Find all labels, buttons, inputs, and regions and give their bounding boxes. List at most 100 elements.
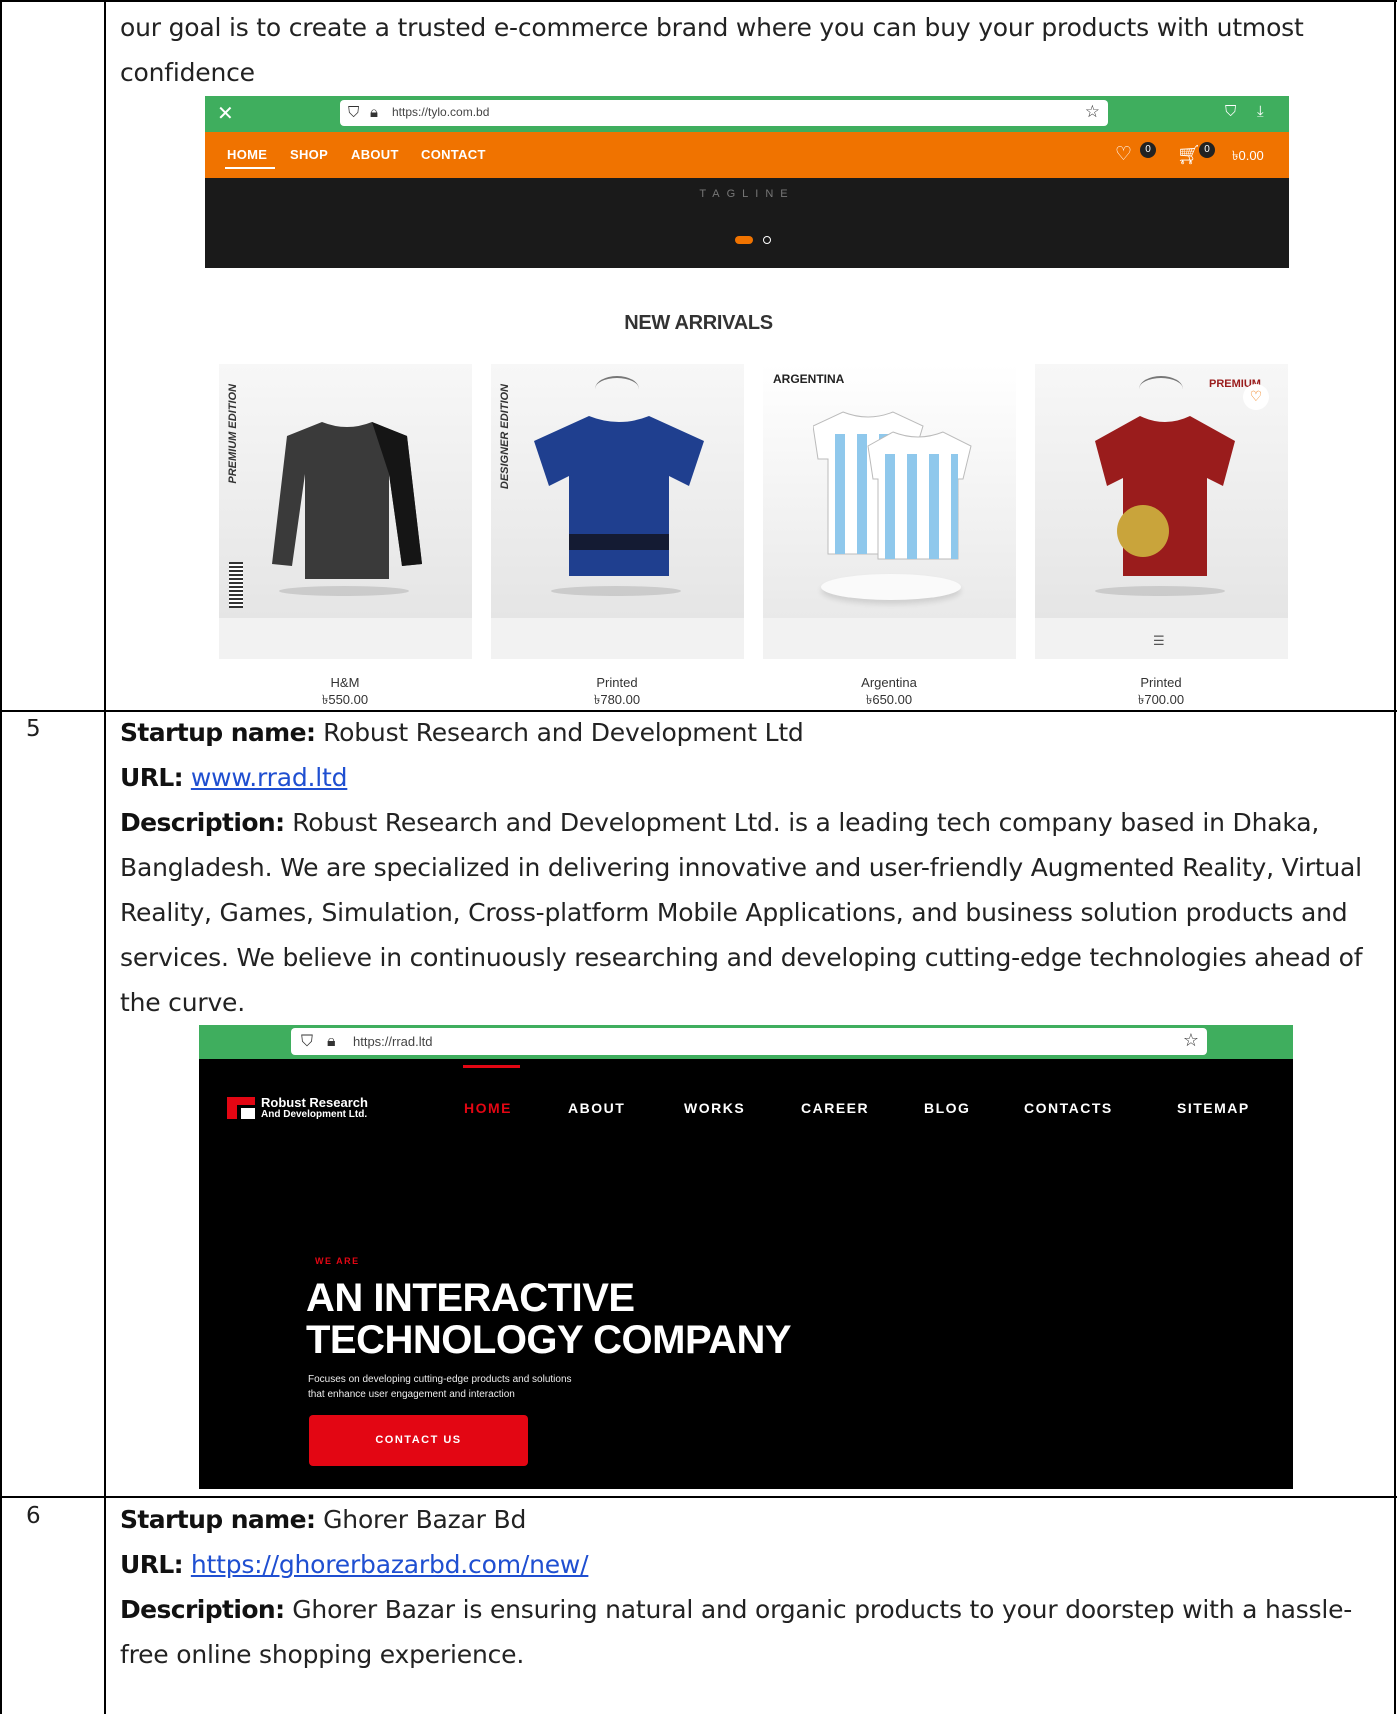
shadow xyxy=(551,586,681,596)
contact-us-button[interactable]: CONTACT US xyxy=(309,1415,528,1466)
hero-tagline: TAGLINE xyxy=(699,188,795,200)
nav-home[interactable]: HOME xyxy=(464,1100,512,1116)
hero-subtext: Focuses on developing cutting-edge produ… xyxy=(308,1372,572,1402)
shirt-graphic xyxy=(1095,416,1235,576)
active-nav-indicator xyxy=(463,1065,520,1068)
star-icon[interactable]: ☆ xyxy=(1183,1030,1199,1051)
rrad-screenshot: ⛉ 🔒︎ https://rrad.ltd ☆ Robust Research … xyxy=(199,1025,1293,1489)
field-label: Startup name: xyxy=(120,718,316,747)
hanger xyxy=(595,376,639,402)
slider-dot-active[interactable] xyxy=(735,236,753,244)
url-text: https://tylo.com.bd xyxy=(392,105,490,119)
hanger xyxy=(1139,376,1183,402)
startup-name: Ghorer Bazar Bd xyxy=(315,1505,527,1534)
table-border-left xyxy=(0,0,2,1714)
logo-text-line1[interactable]: Robust Research xyxy=(261,1095,368,1110)
hero-eyebrow: WE ARE xyxy=(315,1256,360,1266)
nav-works[interactable]: WORKS xyxy=(684,1100,745,1116)
intro-paragraph: our goal is to create a trusted e-commer… xyxy=(120,13,1304,87)
product-name[interactable]: Argentina xyxy=(759,675,1019,690)
address-bar[interactable]: ⛉ 🔒︎ https://tylo.com.bd ☆ xyxy=(340,100,1108,126)
site-nav: HOME SHOP ABOUT CONTACT ♡ 0 🛒︎ 0 ৳0.00 xyxy=(205,132,1289,178)
product-name[interactable]: H&M xyxy=(215,675,475,690)
shield-icon: ⛉ xyxy=(301,1031,314,1050)
product-card[interactable]: ARGENTINA xyxy=(763,364,1016,659)
shadow xyxy=(1095,586,1225,596)
row-divider xyxy=(0,0,1397,2)
product-image[interactable]: PREMIUM ♡ xyxy=(1035,364,1288,618)
nav-home[interactable]: HOME xyxy=(227,147,267,162)
nav-career[interactable]: CAREER xyxy=(801,1100,869,1116)
startup-url-link[interactable]: https://ghorerbazarbd.com/new/ xyxy=(191,1550,589,1579)
heart-icon[interactable]: ♡ xyxy=(1115,143,1132,165)
startup-description: Ghorer Bazar is ensuring natural and org… xyxy=(120,1595,1353,1669)
subtext-line2: that enhance user engagement and interac… xyxy=(308,1389,515,1400)
cart-total: ৳0.00 xyxy=(1232,148,1264,163)
slider-dot[interactable] xyxy=(763,236,771,244)
shirt-graphic xyxy=(272,422,422,579)
row-number: 6 xyxy=(26,1503,41,1529)
document-table: our goal is to create a trusted e-commer… xyxy=(0,0,1397,1714)
address-bar[interactable]: ⛉ 🔒︎ https://rrad.ltd ☆ xyxy=(291,1028,1207,1055)
download-icon[interactable]: ⤓ xyxy=(1257,102,1264,120)
nav-about[interactable]: ABOUT xyxy=(568,1100,625,1116)
nav-sitemap[interactable]: SITEMAP xyxy=(1177,1100,1250,1116)
pocket-icon[interactable]: ⛉ xyxy=(1225,102,1236,120)
product-image[interactable]: DESIGNER EDITION xyxy=(491,364,744,618)
field-label: Description: xyxy=(120,808,285,837)
compare-icon[interactable]: ☰ xyxy=(1153,634,1165,649)
startup-description: Robust Research and Development Ltd. is … xyxy=(120,808,1363,1017)
section-title: NEW ARRIVALS xyxy=(624,312,773,334)
browser-toolbar: ⛉ 🔒︎ https://rrad.ltd ☆ xyxy=(199,1025,1293,1059)
nav-contacts[interactable]: CONTACTS xyxy=(1024,1100,1113,1116)
headline-line1: AN INTERACTIVE xyxy=(306,1276,635,1320)
subtext-line1: Focuses on developing cutting-edge produ… xyxy=(308,1374,572,1385)
product-image[interactable]: PREMIUM EDITION xyxy=(219,364,472,618)
startup-info: Startup name: Robust Research and Develo… xyxy=(120,710,1370,1025)
row-number: 5 xyxy=(26,716,41,742)
cart-icon[interactable]: 🛒︎ xyxy=(1177,143,1201,166)
logo-text-line2[interactable]: And Development Ltd. xyxy=(261,1109,367,1120)
product-card[interactable]: DESIGNER EDITION xyxy=(491,364,744,659)
shield-icon: ⛉ xyxy=(348,103,360,121)
wishlist-badge: 0 xyxy=(1140,142,1156,158)
field-label: Startup name: xyxy=(120,1505,316,1534)
pedestal xyxy=(821,574,961,600)
star-icon[interactable]: ☆ xyxy=(1085,102,1100,122)
nav-blog[interactable]: BLOG xyxy=(924,1100,970,1116)
product-name[interactable]: Printed xyxy=(1031,675,1291,690)
product-price: ৳780.00 xyxy=(593,692,641,707)
product-card[interactable]: PREMIUM ♡ ☰ xyxy=(1035,364,1288,659)
tylo-screenshot: ✕ ⛉ 🔒︎ https://tylo.com.bd ☆ ⛉ ⤓ HOME SH… xyxy=(205,96,1289,268)
side-label: DESIGNER EDITION xyxy=(499,384,511,490)
side-label: PREMIUM EDITION xyxy=(227,384,239,484)
startup-url-link[interactable]: www.rrad.ltd xyxy=(191,763,348,792)
nav-shop[interactable]: SHOP xyxy=(290,147,328,162)
company-logo-icon[interactable] xyxy=(227,1097,255,1119)
table-border-right xyxy=(1394,0,1396,1714)
field-label: URL: xyxy=(120,763,184,792)
product-name[interactable]: Printed xyxy=(487,675,747,690)
product-card[interactable]: PREMIUM EDITION xyxy=(219,364,472,659)
cart-badge: 0 xyxy=(1199,142,1215,158)
lock-icon: 🔒︎ xyxy=(370,103,378,121)
startup-info: Startup name: Ghorer Bazar Bd URL: https… xyxy=(120,1497,1370,1677)
heart-icon[interactable]: ♡ xyxy=(1243,384,1269,410)
product-price: ৳700.00 xyxy=(1137,692,1185,707)
close-icon[interactable]: ✕ xyxy=(217,101,234,125)
browser-toolbar: ✕ ⛉ 🔒︎ https://tylo.com.bd ☆ ⛉ ⤓ xyxy=(205,96,1289,132)
active-underline xyxy=(225,167,275,169)
startup-name: Robust Research and Development Ltd xyxy=(315,718,804,747)
field-label: URL: xyxy=(120,1550,184,1579)
nav-about[interactable]: ABOUT xyxy=(351,147,399,162)
url-text: https://rrad.ltd xyxy=(353,1034,433,1049)
shirt-graphic xyxy=(534,416,704,576)
barcode xyxy=(229,562,243,608)
field-label: Description: xyxy=(120,1595,285,1624)
product-price: ৳550.00 xyxy=(321,692,369,707)
nav-contact[interactable]: CONTACT xyxy=(421,147,486,162)
column-divider xyxy=(104,0,106,1714)
product-image[interactable]: ARGENTINA xyxy=(763,364,1016,618)
jersey-graphic xyxy=(813,411,972,560)
shadow xyxy=(279,586,409,596)
